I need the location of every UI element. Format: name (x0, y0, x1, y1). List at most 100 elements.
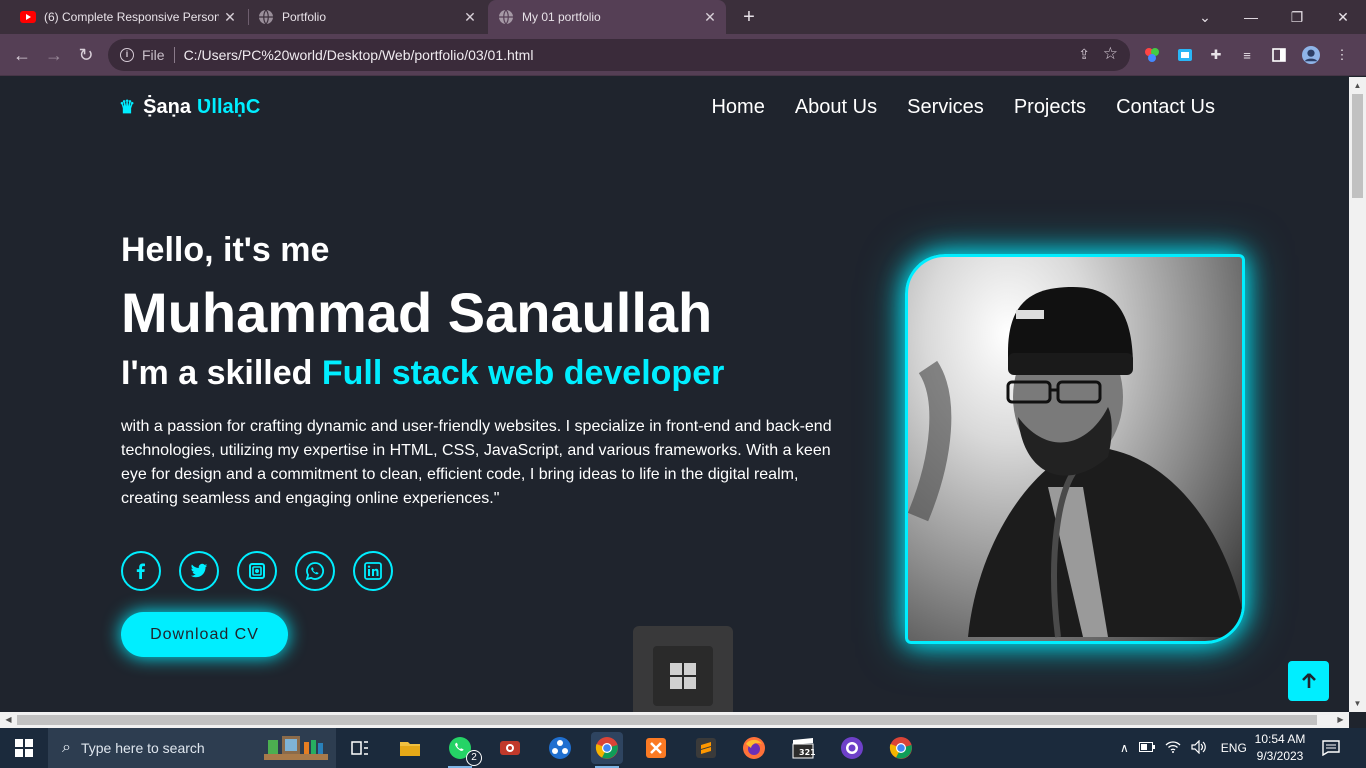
new-tab-button[interactable]: + (737, 5, 761, 29)
github-desktop-icon[interactable] (836, 732, 868, 764)
chrome-profile-icon[interactable] (885, 732, 917, 764)
globe-icon (498, 9, 514, 25)
profile-avatar[interactable] (1302, 46, 1320, 64)
tab-title: My 01 portfolio (522, 10, 601, 24)
nav-contact-us[interactable]: Contact Us (1116, 96, 1215, 119)
firefox-icon[interactable] (738, 732, 770, 764)
crown-icon: ♛ (119, 97, 136, 117)
restore-button[interactable]: ❐ (1274, 0, 1320, 34)
task-view-icon[interactable] (344, 732, 376, 764)
linkedin-icon[interactable] (353, 551, 393, 591)
horizontal-scroll-thumb[interactable] (17, 715, 1317, 725)
battery-icon[interactable] (1138, 741, 1155, 755)
hero-description: with a passion for crafting dynamic and … (121, 418, 832, 507)
sublime-text-icon[interactable] (690, 732, 722, 764)
nav-about-us[interactable]: About Us (795, 96, 877, 119)
tab-my-portfolio[interactable]: My 01 portfolio ✕ (488, 0, 726, 34)
screen-recorder-icon[interactable] (494, 732, 526, 764)
taskbar-search-box[interactable]: ⌕ Type here to search (48, 728, 336, 768)
system-clock[interactable]: 10:54 AM 9/3/2023 (1250, 731, 1310, 765)
browser-toolbar: ← → ↻ i File C:/Users/PC%20world/Desktop… (0, 34, 1366, 76)
logo-second: ƲllaḥC (196, 96, 261, 118)
notification-center-icon[interactable] (1322, 728, 1340, 768)
tab-youtube[interactable]: (6) Complete Responsive Persona ✕ (8, 0, 246, 34)
chrome-taskbar-icon[interactable] (591, 732, 623, 768)
color-picker-extension-icon[interactable] (1143, 46, 1161, 64)
menu-kebab-icon[interactable]: ⋮ (1333, 46, 1351, 64)
horizontal-scrollbar[interactable]: ◀ ▶ (0, 712, 1349, 728)
address-divider (173, 47, 175, 63)
davinci-resolve-icon[interactable] (544, 732, 576, 764)
windows-taskbar: ⌕ Type here to search 2 321 ∧ ENG 10:54 … (0, 728, 1366, 768)
youtube-icon (20, 9, 36, 25)
search-placeholder: Type here to search (80, 740, 205, 756)
site-logo[interactable]: ♛ Ṩaṇa ƲllaḥC (119, 96, 260, 119)
download-cv-button[interactable]: Download CV (121, 612, 288, 657)
start-menu-flyout (633, 626, 733, 712)
svg-text:321: 321 (799, 748, 815, 757)
tab-title: Portfolio (282, 10, 327, 24)
scroll-left-arrow-icon[interactable]: ◀ (0, 712, 17, 728)
wifi-icon[interactable] (1165, 740, 1181, 756)
info-icon[interactable]: i (120, 48, 134, 62)
clock-time: 10:54 AM (1254, 732, 1306, 746)
scroll-up-arrow-icon[interactable]: ▲ (1349, 77, 1366, 94)
logo-first: Ṩaṇa (143, 96, 191, 118)
bookmark-star-icon[interactable]: ☆ (1103, 44, 1118, 64)
tab-divider (248, 9, 249, 25)
input-language[interactable]: ENG (1221, 741, 1247, 755)
search-highlight-icon (262, 734, 330, 765)
media-queue-icon[interactable]: ≡ (1238, 46, 1256, 64)
notification-badge: 2 (466, 750, 482, 766)
tab-search-button[interactable]: ⌄ (1182, 0, 1228, 34)
scroll-down-arrow-icon[interactable]: ▼ (1349, 695, 1366, 712)
tab-extension-icon[interactable] (1176, 46, 1194, 64)
close-icon[interactable]: ✕ (702, 9, 718, 25)
nav-services[interactable]: Services (907, 96, 984, 119)
hero-skill: I'm a skilled Full stack web developer (121, 354, 724, 393)
file-explorer-icon[interactable] (394, 732, 426, 764)
reload-button[interactable]: ↻ (72, 41, 100, 69)
close-icon[interactable]: ✕ (462, 9, 478, 25)
url-scheme: File (142, 47, 165, 63)
clock-date: 9/3/2023 (1256, 749, 1304, 763)
twitter-icon[interactable] (179, 551, 219, 591)
profile-photo (905, 254, 1245, 644)
show-hidden-icons-icon[interactable]: ∧ (1120, 741, 1129, 755)
vertical-scroll-thumb[interactable] (1352, 94, 1363, 198)
address-bar[interactable]: i File C:/Users/PC%20world/Desktop/Web/p… (108, 39, 1130, 71)
share-icon[interactable]: ⇪ (1078, 46, 1090, 63)
volume-icon[interactable] (1191, 739, 1207, 757)
nav-projects[interactable]: Projects (1014, 96, 1086, 119)
clapperboard-app-icon[interactable]: 321 (787, 732, 819, 764)
facebook-icon[interactable] (121, 551, 161, 591)
start-button[interactable] (0, 728, 48, 768)
vertical-scrollbar[interactable]: ▲ ▼ (1349, 77, 1366, 712)
arrow-up-icon (1301, 673, 1316, 688)
hero-greeting: Hello, it's me (121, 231, 330, 269)
window-close-button[interactable]: ✕ (1320, 0, 1366, 34)
portrait-illustration (908, 287, 1242, 638)
tab-portfolio[interactable]: Portfolio ✕ (250, 0, 486, 34)
url-text[interactable]: C:/Users/PC%20world/Desktop/Web/portfoli… (184, 47, 534, 63)
extensions-puzzle-icon[interactable]: ✚ (1207, 46, 1225, 64)
search-icon: ⌕ (62, 739, 71, 756)
scroll-right-arrow-icon[interactable]: ▶ (1332, 712, 1349, 728)
site-nav: Home About Us Services Projects Contact … (711, 96, 1215, 119)
skill-highlight: Full stack web developer (321, 354, 725, 392)
windows-logo-icon (653, 646, 713, 706)
close-icon[interactable]: ✕ (222, 9, 238, 25)
back-button[interactable]: ← (8, 41, 36, 69)
whatsapp-taskbar-icon[interactable]: 2 (444, 732, 482, 768)
back-to-top-button[interactable] (1288, 661, 1329, 701)
hero-name: Muhammad Sanaullah (121, 281, 713, 344)
instagram-icon[interactable] (237, 551, 277, 591)
nav-home[interactable]: Home (711, 96, 764, 119)
windows-logo-icon (15, 739, 33, 757)
side-panel-icon[interactable] (1270, 46, 1288, 64)
xampp-icon[interactable] (640, 732, 672, 764)
tab-title: (6) Complete Responsive Persona (44, 10, 219, 24)
forward-button[interactable]: → (40, 41, 68, 69)
minimize-button[interactable]: — (1228, 0, 1274, 34)
whatsapp-icon[interactable] (295, 551, 335, 591)
